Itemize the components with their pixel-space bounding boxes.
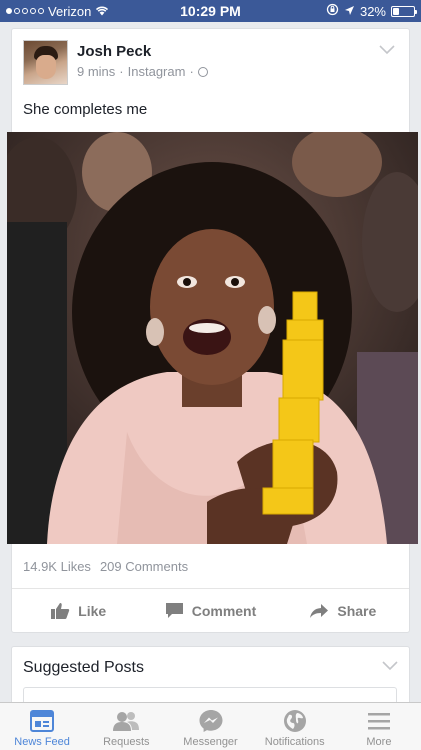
post-text: She completes me — [23, 101, 148, 118]
post-photo[interactable] — [7, 132, 418, 544]
orientation-lock-icon — [326, 3, 339, 19]
tab-notifications[interactable]: Notifications — [253, 703, 337, 750]
post-source[interactable]: Instagram — [128, 64, 186, 79]
location-icon — [344, 4, 355, 19]
bottom-tab-bar: News Feed Requests Messenger Notificatio… — [0, 702, 421, 750]
share-button[interactable]: Share — [277, 603, 409, 619]
comment-bubble-icon — [165, 602, 184, 619]
suggested-posts-title: Suggested Posts — [23, 659, 144, 676]
meta-separator: · — [119, 64, 124, 79]
tab-more[interactable]: More — [337, 703, 421, 750]
tab-label-messenger: Messenger — [183, 736, 238, 748]
messenger-icon — [197, 708, 225, 734]
tab-news-feed[interactable]: News Feed — [0, 703, 84, 750]
photo-illustration — [7, 132, 418, 544]
tab-requests[interactable]: Requests — [84, 703, 168, 750]
tab-label-notifications: Notifications — [264, 736, 325, 748]
like-button[interactable]: Like — [12, 602, 144, 620]
suggested-options-chevron-icon[interactable] — [381, 659, 399, 677]
author-name[interactable]: Josh Peck — [77, 43, 378, 60]
avatar[interactable] — [23, 40, 68, 85]
battery-icon — [391, 5, 417, 17]
comments-count[interactable]: 209 Comments — [100, 559, 188, 574]
meta-separator: · — [189, 64, 194, 79]
post-meta: 9 mins · Instagram · — [77, 64, 378, 79]
wifi-icon — [95, 4, 109, 19]
signal-strength-icon — [6, 8, 44, 14]
carrier-name: Verizon — [48, 3, 92, 19]
share-label: Share — [337, 602, 377, 619]
tab-label-requests: Requests — [103, 736, 150, 748]
comment-label: Comment — [191, 602, 257, 619]
post-actions: Like Comment Share — [12, 589, 409, 632]
carrier-info: Verizon — [6, 4, 146, 19]
likes-count[interactable]: 14.9K Likes — [23, 559, 91, 574]
tab-messenger[interactable]: Messenger — [168, 703, 252, 750]
post-stats: 14.9K Likes 209 Comments — [12, 544, 409, 589]
news-feed-icon — [28, 708, 56, 734]
post-head-text: Josh Peck 9 mins · Instagram · — [77, 40, 378, 93]
tab-label-more: More — [366, 736, 392, 748]
thumbs-up-icon — [50, 602, 70, 620]
friends-icon — [112, 708, 140, 734]
clock: 10:29 PM — [180, 3, 241, 19]
post-time[interactable]: 9 mins — [77, 64, 115, 79]
post-options-chevron-icon[interactable] — [378, 44, 398, 64]
comment-button[interactable]: Comment — [144, 602, 276, 619]
suggested-posts-card: Suggested Posts — [11, 646, 410, 707]
menu-icon — [365, 708, 393, 734]
globe-icon — [281, 708, 309, 734]
like-label: Like — [78, 602, 107, 619]
status-bar: Verizon 10:29 PM 32% — [0, 0, 421, 22]
status-right: 32% — [275, 3, 417, 19]
privacy-globe-icon — [197, 66, 208, 77]
battery-percent: 32% — [359, 3, 386, 19]
post-header: Josh Peck 9 mins · Instagram · — [12, 29, 409, 93]
post-card: Josh Peck 9 mins · Instagram · She compl… — [7, 28, 418, 633]
share-arrow-icon — [309, 603, 329, 619]
tab-label-news-feed: News Feed — [14, 736, 70, 748]
